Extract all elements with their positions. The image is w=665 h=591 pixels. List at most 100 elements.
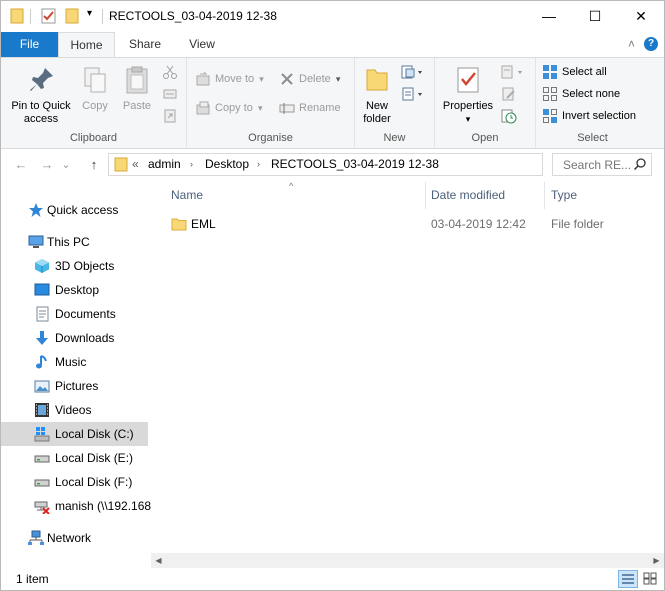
nav-item-local-disk-e[interactable]: Local Disk (E:)	[1, 446, 151, 470]
address-bar[interactable]: « admin › Desktop › RECTOOLS_03-04-2019 …	[108, 153, 645, 176]
rename-icon	[279, 100, 295, 116]
breadcrumb-admin[interactable]: admin	[148, 154, 181, 175]
copy-button[interactable]: Copy	[77, 64, 113, 113]
open-icon[interactable]	[501, 64, 525, 83]
minimize-button[interactable]: —	[526, 1, 572, 31]
table-row[interactable]: EML 03-04-2019 12:42 File folder	[164, 213, 664, 235]
breadcrumb-chevron[interactable]: ›	[190, 154, 193, 175]
edit-icon[interactable]	[501, 86, 517, 105]
copy-to-button[interactable]: Copy to ▾	[195, 99, 263, 117]
nav-item-downloads[interactable]: Downloads	[1, 326, 151, 350]
scroll-left-button[interactable]: ◀	[151, 553, 166, 568]
select-group-label: Select	[577, 132, 608, 144]
nav-item-local-disk-f[interactable]: Local Disk (F:)	[1, 470, 151, 494]
select-none-icon	[542, 86, 558, 102]
easy-access-icon[interactable]	[401, 86, 425, 105]
invert-selection-icon	[542, 108, 558, 124]
nav-item-label: Documents	[55, 307, 116, 321]
desktop-icon	[34, 282, 50, 298]
move-to-icon	[195, 71, 211, 87]
select-all-icon	[542, 64, 558, 80]
pin-to-quick-access-button[interactable]: Pin to Quick access	[5, 64, 77, 126]
copy-to-label: Copy to	[215, 102, 253, 114]
copy-path-icon[interactable]	[162, 86, 178, 105]
new-folder-button[interactable]: New folder	[359, 64, 395, 126]
nav-item-local-disk-c[interactable]: Local Disk (C:)	[1, 422, 148, 446]
details-view-button[interactable]	[618, 570, 638, 588]
nav-item-pictures[interactable]: Pictures	[1, 374, 151, 398]
nav-item-label: Local Disk (E:)	[55, 451, 134, 465]
nav-item-quick-access[interactable]: Quick access	[1, 198, 151, 222]
tab-file[interactable]: File	[1, 32, 58, 57]
delete-button[interactable]: Delete ▾	[279, 70, 340, 88]
search-input[interactable]	[553, 154, 631, 175]
open-group: Properties ▾ Open	[435, 58, 536, 148]
nav-item-desktop[interactable]: Desktop	[1, 278, 151, 302]
breadcrumb-chevron[interactable]: ›	[257, 154, 260, 175]
cut-scissors-icon[interactable]	[162, 64, 178, 83]
ribbon-tabs: File Home Share View ˄ ?	[1, 32, 664, 58]
paste-button[interactable]: Paste	[118, 64, 156, 113]
download-arrow-icon	[34, 330, 50, 346]
history-icon[interactable]	[501, 108, 517, 127]
breadcrumb-rectools[interactable]: RECTOOLS_03-04-2019 12-38	[271, 154, 439, 175]
nav-item-videos[interactable]: Videos	[1, 398, 151, 422]
breadcrumb-chevron[interactable]: ›	[429, 154, 432, 175]
tab-share[interactable]: Share	[119, 32, 171, 57]
rename-label: Rename	[299, 102, 341, 114]
paste-shortcut-icon[interactable]	[162, 108, 178, 127]
new-folder-icon[interactable]	[65, 7, 79, 25]
collapse-ribbon-button[interactable]: ˄	[628, 32, 635, 57]
large-icons-view-button[interactable]	[641, 570, 661, 588]
paste-clipboard-icon	[121, 64, 153, 96]
copy-to-dropdown-icon: ▾	[257, 103, 263, 113]
nav-item-network[interactable]: Network	[1, 526, 151, 550]
file-date-modified: 03-04-2019 12:42	[431, 217, 526, 231]
invert-selection-button[interactable]: Invert selection	[542, 107, 636, 125]
rename-button[interactable]: Rename	[279, 99, 341, 117]
column-header-type[interactable]: Type	[551, 180, 651, 211]
back-button[interactable]: ←	[11, 156, 31, 174]
new-folder-label-line2: folder	[363, 113, 391, 125]
select-all-button[interactable]: Select all	[542, 63, 607, 81]
scroll-right-button[interactable]: ▶	[649, 553, 664, 568]
select-none-button[interactable]: Select none	[542, 85, 620, 103]
column-header-name[interactable]: Name	[171, 180, 426, 211]
horizontal-scrollbar[interactable]: ◀ ▶	[151, 553, 664, 568]
forward-button[interactable]: →	[37, 156, 57, 174]
column-separator[interactable]	[544, 182, 545, 209]
new-item-icon[interactable]	[401, 64, 425, 83]
properties-button[interactable]: Properties ▾	[439, 64, 497, 126]
computer-icon	[28, 234, 44, 250]
help-icon[interactable]: ?	[644, 37, 658, 51]
properties-check-icon[interactable]	[41, 7, 57, 25]
tab-view[interactable]: View	[176, 32, 228, 57]
cube-icon	[34, 258, 50, 274]
film-icon	[34, 402, 50, 418]
nav-item-label: This PC	[47, 235, 90, 249]
maximize-button[interactable]: ☐	[572, 1, 618, 31]
details-view-icon	[622, 574, 634, 584]
recent-locations-button[interactable]: ⌄	[59, 156, 73, 174]
move-to-dropdown-icon: ▾	[259, 74, 264, 84]
nav-item-network-drive-manish[interactable]: manish (\\192.168	[1, 494, 151, 518]
close-button[interactable]: ✕	[618, 1, 664, 31]
nav-item-this-pc[interactable]: This PC	[1, 230, 151, 254]
column-header-date-modified[interactable]: Date modified	[431, 180, 541, 211]
title-bar: ▾ RECTOOLS_03-04-2019 12-38 — ☐ ✕	[1, 1, 664, 32]
search-box[interactable]	[552, 153, 652, 176]
open-group-label: Open	[471, 132, 499, 144]
move-to-button[interactable]: Move to ▾	[195, 70, 264, 88]
file-type: File folder	[551, 217, 604, 231]
quick-access-toolbar-dropdown[interactable]: ▾	[87, 8, 92, 26]
nav-item-3d-objects[interactable]: 3D Objects	[1, 254, 151, 278]
search-icon[interactable]	[633, 157, 647, 171]
breadcrumb-overflow[interactable]: «	[132, 154, 139, 175]
breadcrumb-desktop[interactable]: Desktop	[205, 154, 249, 175]
properties-label: Properties	[442, 100, 494, 112]
up-button[interactable]: ↑	[84, 156, 104, 174]
column-separator[interactable]	[425, 182, 426, 209]
nav-item-music[interactable]: Music	[1, 350, 151, 374]
tab-home[interactable]: Home	[58, 32, 115, 58]
nav-item-documents[interactable]: Documents	[1, 302, 151, 326]
